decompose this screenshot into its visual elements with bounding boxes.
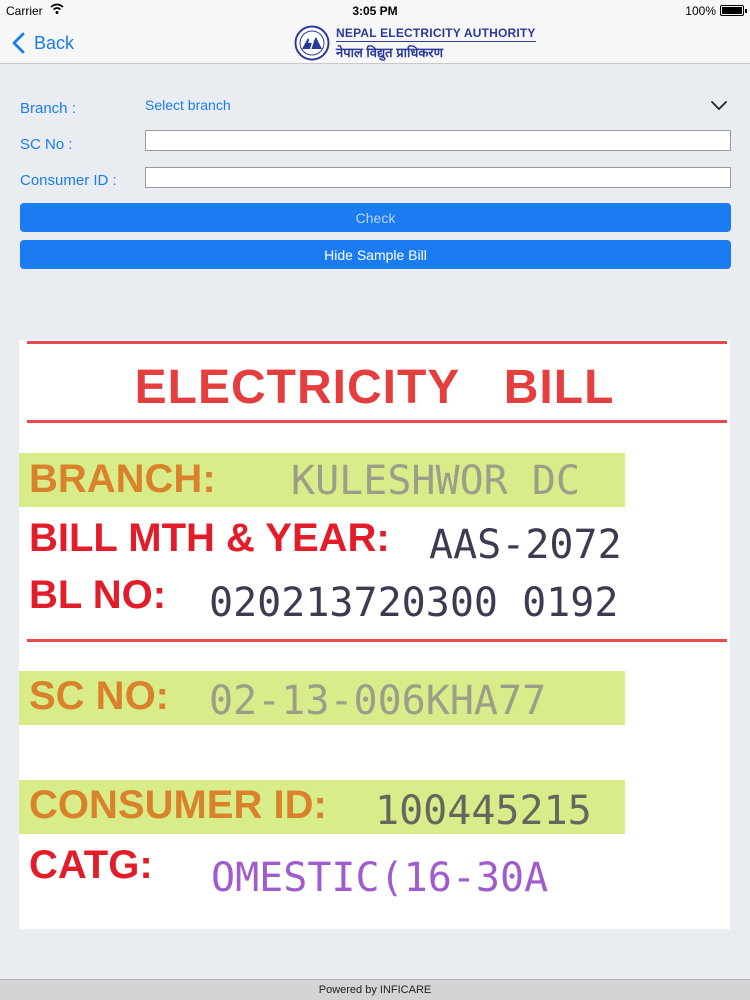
sample-bill-image: ELECTRICITY BILL BRANCH: KULESHWOR DC BI… — [19, 340, 730, 929]
battery-percent: 100% — [685, 4, 716, 18]
bill-month-label: BILL MTH & YEAR: — [29, 516, 390, 560]
check-button[interactable]: Check — [20, 203, 731, 232]
divider — [27, 420, 727, 423]
branch-select[interactable]: Select branch — [145, 97, 231, 113]
bill-consumer-id-label: CONSUMER ID: — [29, 783, 327, 827]
bill-title: ELECTRICITY BILL — [134, 361, 615, 414]
bill-sc-no-value: 02-13-006KHA77 — [209, 678, 547, 724]
bill-branch-label: BRANCH: — [29, 457, 216, 501]
status-bar: Carrier 3:05 PM 100% — [0, 0, 750, 22]
bl-no-label: BL NO: — [29, 573, 167, 617]
back-button[interactable]: Back — [10, 30, 74, 56]
nea-logo: NEPAL ELECTRICITY AUTHORITY नेपाल विद्यु… — [294, 24, 536, 62]
sc-no-input[interactable] — [145, 130, 731, 151]
battery-icon — [720, 5, 747, 16]
bill-month-value: AAS-2072 — [429, 522, 622, 568]
catg-value: OMESTIC(16-30A — [211, 855, 549, 901]
divider — [27, 341, 727, 344]
logo-english-text: NEPAL ELECTRICITY AUTHORITY — [336, 25, 536, 42]
bill-branch-value: KULESHWOR DC — [291, 458, 580, 504]
divider — [27, 639, 727, 642]
consumer-id-input[interactable] — [145, 167, 731, 188]
clock: 3:05 PM — [352, 4, 398, 18]
nav-bar: Back NEPAL ELECTRICITY AUTHORITY नेपाल व… — [0, 22, 750, 64]
catg-label: CATG: — [29, 843, 153, 887]
footer: Powered by INFICARE — [0, 979, 750, 1000]
sc-no-label: SC No : — [20, 136, 73, 153]
back-label: Back — [34, 32, 75, 53]
chevron-left-icon — [12, 32, 25, 54]
logo-nepali-text: नेपाल विद्युत प्राधिकरण — [336, 44, 444, 60]
chevron-down-icon[interactable] — [710, 100, 728, 112]
consumer-id-label: Consumer ID : — [20, 172, 117, 189]
bill-sc-no-label: SC NO: — [29, 674, 169, 718]
nea-emblem-icon — [294, 25, 330, 61]
bill-consumer-id-value: 100445215 — [375, 788, 592, 834]
branch-label: Branch : — [20, 100, 76, 117]
hide-sample-bill-button[interactable]: Hide Sample Bill — [20, 240, 731, 269]
bl-no-value: 020213720300 0192 — [209, 580, 619, 626]
